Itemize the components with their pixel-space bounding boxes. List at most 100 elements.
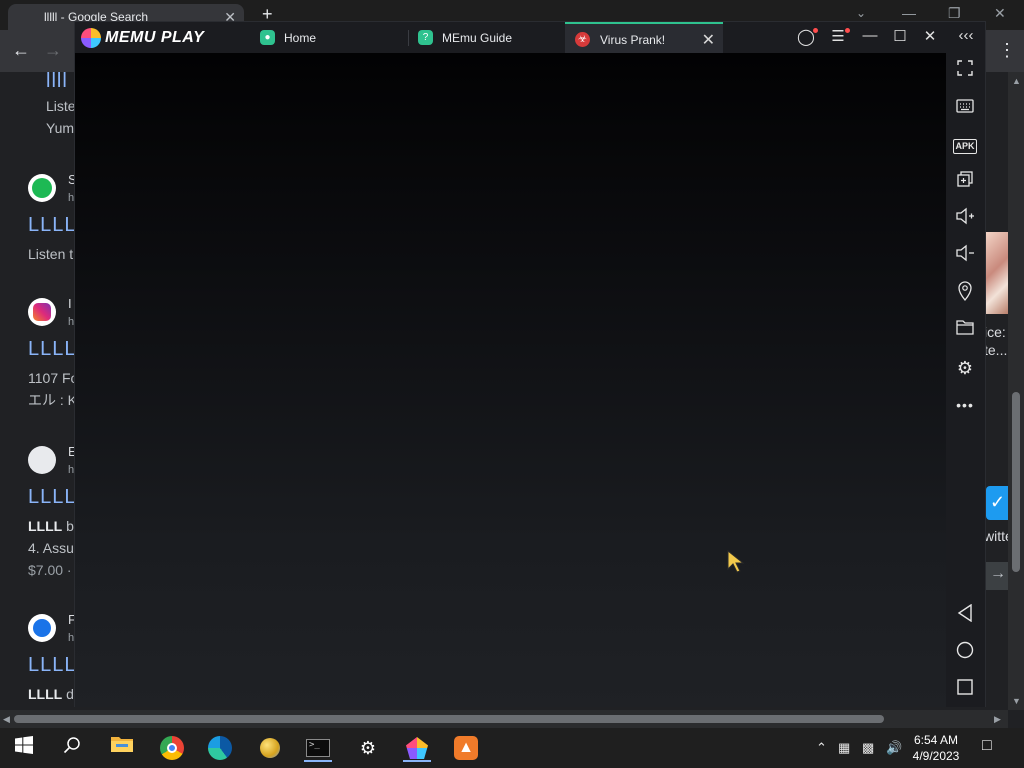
result-link[interactable]: LLLL [28, 654, 77, 677]
result-snippet: Listen t [28, 246, 74, 262]
app-icon[interactable] [256, 734, 284, 762]
result-snippet: エル : K [28, 392, 78, 408]
scroll-down-icon[interactable]: ▼ [1012, 696, 1021, 706]
network-icon[interactable]: ▩ [862, 740, 874, 756]
result-snippet: LLLL d [28, 686, 74, 702]
fullscreen-icon[interactable] [952, 59, 978, 85]
side-panel-text: ice: [984, 324, 1006, 340]
side-panel-text: witte [984, 528, 1008, 544]
twitter-icon[interactable]: ✓ [986, 486, 1008, 520]
windows-start-icon[interactable] [10, 734, 38, 762]
back-arrow-icon[interactable]: ← [12, 40, 30, 61]
memu-logo-icon [81, 28, 101, 48]
settings-gear-icon[interactable]: ⚙ [354, 734, 382, 762]
site-favicon [28, 614, 56, 642]
biohazard-icon: ☣ [575, 32, 590, 47]
guide-app-icon: ? [418, 30, 433, 45]
snippet-rest: b [62, 518, 74, 534]
scroll-up-icon[interactable]: ▲ [1012, 76, 1021, 86]
clock-time: 6:54 AM [913, 733, 959, 747]
snippet-bold: LLLL [28, 518, 63, 534]
apk-label: APK [953, 139, 977, 154]
chrome-menu-icon[interactable]: ⋮ [998, 40, 1016, 61]
keyboard-icon[interactable] [952, 96, 978, 122]
tab-search-icon[interactable]: ⌄ [856, 6, 866, 20]
result-snippet: Yum [46, 120, 75, 136]
result-snippet: 1107 Fo [28, 370, 79, 386]
memu-titlebar: MEMU PLAY ● Home ? MEmu Guide ☣ Virus Pr… [75, 22, 985, 53]
show-hidden-icons-icon[interactable]: ⌃ [816, 740, 827, 756]
chrome-close-icon[interactable]: ✕ [994, 5, 1006, 22]
memu-taskbar-icon[interactable] [403, 734, 431, 762]
vertical-scroll-thumb[interactable] [1012, 392, 1020, 572]
volume-down-icon[interactable] [952, 244, 978, 270]
vertical-scrollbar[interactable]: ▲ ▼ [1008, 72, 1024, 710]
windows-taskbar: >_ ⚙ ▲ ⌃ ▦ ▩ 🔊 6:54 AM 4/9/2023 □ [0, 728, 1024, 768]
tab-home[interactable]: ● Home [260, 22, 408, 53]
android-screen[interactable] [75, 53, 946, 707]
memu-window: MEMU PLAY ● Home ? MEmu Guide ☣ Virus Pr… [74, 21, 986, 707]
result-snippet: LLLL b [28, 518, 74, 534]
tab-virus-prank[interactable]: ☣ Virus Prank! ✕ [565, 22, 723, 53]
side-panel-image[interactable] [986, 232, 1008, 314]
tab-label: MEmu Guide [442, 31, 513, 45]
maximize-icon[interactable]: ☐ [889, 27, 911, 45]
horizontal-scroll-thumb[interactable] [14, 715, 884, 723]
snippet-bold: LLLL [28, 686, 63, 702]
result-link[interactable]: LLLL [28, 214, 77, 237]
terminal-icon[interactable]: >_ [304, 734, 332, 762]
apk-icon[interactable]: APK [952, 133, 978, 159]
shield-icon[interactable]: ▦ [838, 740, 850, 756]
horizontal-scrollbar[interactable]: ◀ ▶ [0, 710, 1008, 728]
collapse-sidebar-icon[interactable]: ‹‹‹ [955, 27, 977, 44]
close-icon[interactable]: ✕ [919, 27, 941, 45]
result-snippet: 4. Assu [28, 540, 74, 556]
chrome-restore-icon[interactable]: ❐ [948, 5, 961, 22]
more-icon[interactable]: ••• [952, 392, 978, 418]
chrome-minimize-icon[interactable]: — [902, 5, 916, 21]
file-explorer-icon[interactable] [108, 734, 136, 762]
system-clock[interactable]: 6:54 AM 4/9/2023 [904, 732, 968, 764]
search-icon[interactable] [58, 734, 86, 762]
edge-icon[interactable] [206, 734, 234, 762]
scroll-left-icon[interactable]: ◀ [3, 714, 10, 725]
site-favicon [28, 446, 56, 474]
spotify-icon [28, 174, 56, 202]
home-app-icon: ● [260, 30, 275, 45]
snippet-rest: d [62, 686, 74, 702]
android-home-icon[interactable] [952, 641, 978, 667]
memu-toolbar: APK ⚙ ••• [946, 53, 985, 707]
result-site-name: I [68, 296, 72, 311]
forward-arrow-icon[interactable]: → [44, 40, 62, 61]
settings-icon[interactable]: ⚙ [952, 355, 978, 381]
multi-window-icon[interactable] [952, 170, 978, 196]
next-arrow-icon[interactable]: → [986, 562, 1008, 590]
notification-center-icon[interactable]: □ [982, 737, 992, 755]
scroll-right-icon[interactable]: ▶ [994, 714, 1001, 725]
tab-memu-guide[interactable]: ? MEmu Guide [418, 22, 564, 53]
result-link[interactable]: LLLL [28, 338, 77, 361]
volume-up-icon[interactable] [952, 207, 978, 233]
folder-icon[interactable] [952, 318, 978, 344]
location-icon[interactable] [952, 281, 978, 307]
chrome-icon[interactable] [158, 734, 186, 762]
notification-dot [813, 28, 818, 33]
android-back-icon[interactable] [952, 603, 978, 630]
mouse-cursor-icon [727, 550, 745, 573]
volume-icon[interactable]: 🔊 [886, 740, 902, 756]
result-snippet: Liste [46, 98, 76, 114]
instagram-icon [28, 298, 56, 326]
result-link[interactable]: llll [46, 72, 68, 93]
app-icon[interactable]: ▲ [452, 734, 480, 762]
tab-close-icon[interactable]: ✕ [702, 30, 715, 50]
tab-label: Home [284, 31, 317, 45]
tab-label: Virus Prank! [600, 33, 666, 47]
android-recents-icon[interactable] [952, 678, 978, 704]
result-price: $7.00 · [28, 562, 72, 578]
clock-date: 4/9/2023 [912, 749, 960, 763]
memu-logo: MEMU PLAY [81, 27, 204, 49]
side-panel-text: te... [984, 342, 1008, 358]
tab-separator [408, 30, 409, 46]
minimize-icon[interactable]: — [859, 27, 881, 44]
result-link[interactable]: LLLL [28, 486, 77, 509]
